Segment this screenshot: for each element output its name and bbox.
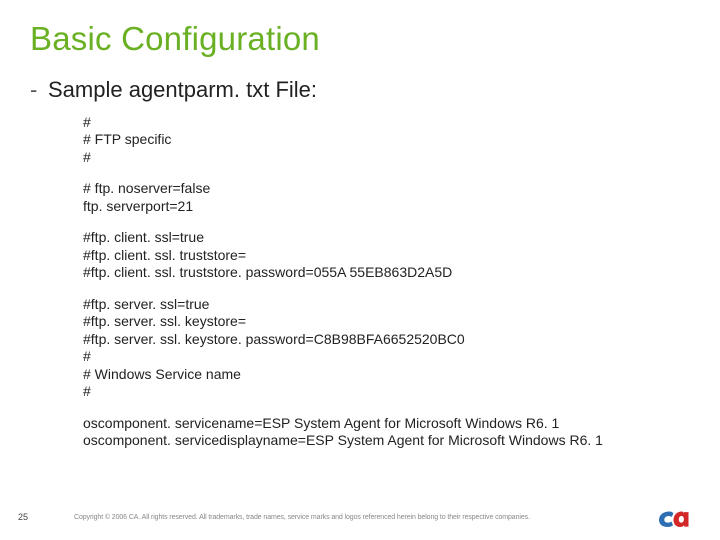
config-group-2: # ftp. noserver=false ftp. serverport=21 [83, 180, 690, 215]
config-line: #ftp. client. ssl. truststore. password=… [83, 264, 690, 282]
config-group-3: #ftp. client. ssl=true #ftp. client. ssl… [83, 229, 690, 282]
config-group-4: #ftp. server. ssl=true #ftp. server. ssl… [83, 296, 690, 401]
config-line: #ftp. server. ssl=true [83, 296, 690, 314]
config-group-5: oscomponent. servicename=ESP System Agen… [83, 415, 690, 450]
config-line: # ftp. noserver=false [83, 180, 690, 198]
config-line: # [83, 383, 690, 401]
config-line: #ftp. client. ssl. truststore= [83, 247, 690, 265]
slide-title: Basic Configuration [30, 20, 690, 58]
page-number: 25 [18, 512, 40, 522]
copyright-text: Copyright © 2006 CA. All rights reserved… [40, 514, 656, 521]
config-line: #ftp. server. ssl. keystore= [83, 313, 690, 331]
bullet-row: - Sample agentparm. txt File: [30, 76, 690, 104]
config-group-1: # # FTP specific # [83, 114, 690, 167]
config-line: # [83, 149, 690, 167]
config-line: oscomponent. servicename=ESP System Agen… [83, 415, 690, 433]
config-line: # [83, 348, 690, 366]
config-block: # # FTP specific # # ftp. noserver=false… [83, 114, 690, 450]
ca-logo-icon [656, 506, 690, 528]
config-line: oscomponent. servicedisplayname=ESP Syst… [83, 432, 690, 450]
footer: 25 Copyright © 2006 CA. All rights reser… [0, 506, 720, 528]
config-line: # Windows Service name [83, 366, 690, 384]
bullet-dash: - [30, 77, 48, 103]
config-line: #ftp. client. ssl=true [83, 229, 690, 247]
config-line: # [83, 114, 690, 132]
config-line: ftp. serverport=21 [83, 198, 690, 216]
config-line: # FTP specific [83, 131, 690, 149]
config-line: #ftp. server. ssl. keystore. password=C8… [83, 331, 690, 349]
bullet-text: Sample agentparm. txt File: [48, 76, 317, 104]
slide: Basic Configuration - Sample agentparm. … [0, 0, 720, 540]
